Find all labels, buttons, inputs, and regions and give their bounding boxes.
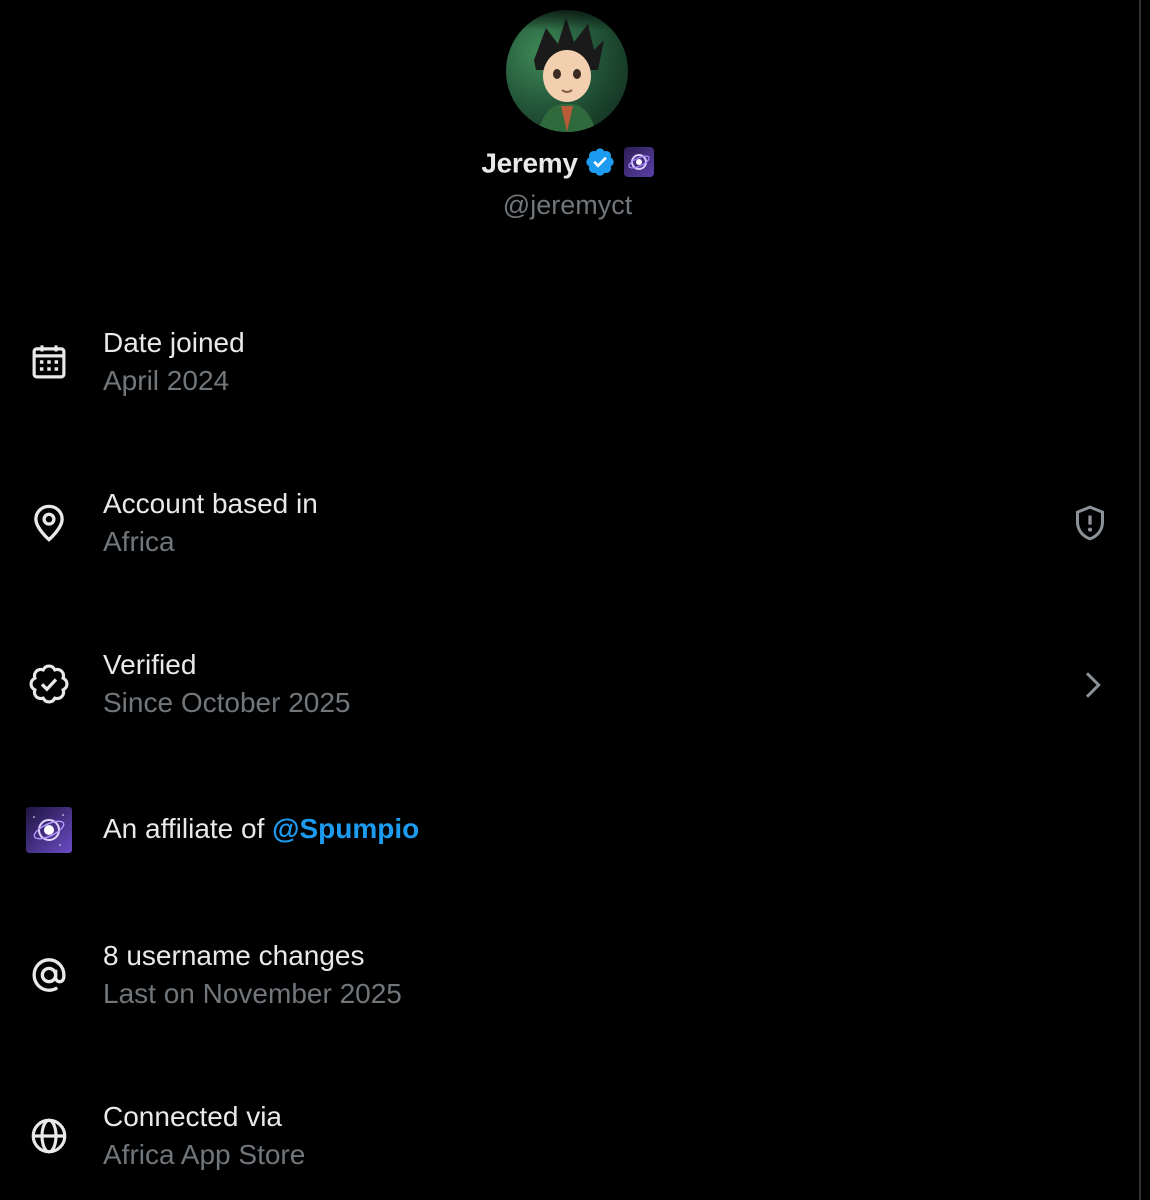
location-pin-icon [34,504,64,542]
date-joined-value: April 2024 [103,365,230,396]
verified-row[interactable]: Verified Since October 2025 [0,647,1135,727]
account-based-in-row: Account based in Africa [0,486,1135,566]
chevron-right-icon[interactable] [1072,665,1112,705]
top-fade [495,0,635,30]
connected-via-row: Connected via Africa App Store [0,1099,1135,1179]
affiliate-badge-icon[interactable] [26,807,72,853]
connected-via-title: Connected via [103,1101,283,1132]
affiliate-text: An affiliate of @Spumpio [103,813,419,845]
verified-value: Since October 2025 [103,687,351,718]
calendar-icon [32,345,66,379]
verified-title: Verified [103,649,197,680]
account-based-in-value: Africa [103,526,175,557]
date-joined-title: Date joined [103,327,245,358]
username-changes-title: 8 username changes [103,940,365,971]
verified-badge-icon[interactable] [584,146,616,178]
globe-icon [31,1118,67,1154]
profile-name: Jeremy [0,146,1135,180]
at-sign-icon [32,958,66,992]
date-joined-row: Date joined April 2024 [0,325,1135,405]
verified-seal-icon [29,664,69,704]
affiliate-prefix: An affiliate of [103,813,273,844]
username-changes-value: Last on November 2025 [103,978,402,1009]
connected-via-value: Africa App Store [103,1139,306,1170]
profile-handle: @jeremyct [502,190,633,220]
affiliate-row: An affiliate of @Spumpio [0,805,1135,885]
profile-name-text: Jeremy [481,147,578,179]
right-border-divider [1139,0,1141,1200]
username-changes-row: 8 username changes Last on November 2025 [0,938,1135,1018]
shield-alert-icon[interactable] [1070,503,1110,543]
affiliate-mention-link[interactable]: @Spumpio [272,813,419,844]
account-based-in-title: Account based in [103,488,318,519]
affiliate-badge-icon[interactable] [623,146,654,177]
